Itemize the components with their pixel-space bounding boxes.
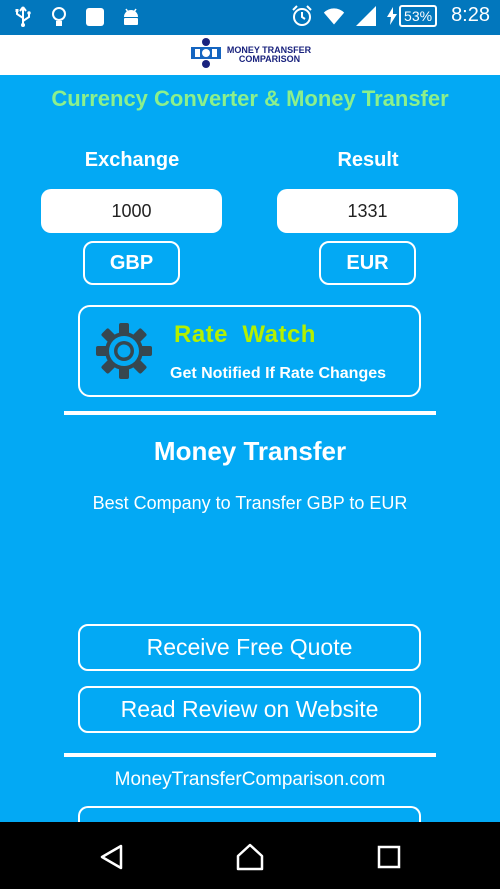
- lightbulb-icon: [48, 6, 70, 28]
- battery-charging-icon: 53%: [387, 4, 438, 27]
- status-time: 8:28: [451, 4, 490, 26]
- money-transfer-heading: Money Transfer: [153, 436, 347, 466]
- page-title: Currency Converter & Money Transfer: [51, 86, 449, 111]
- logo-line-2: COMPARISON: [238, 54, 301, 64]
- logo-text: MONEY TRANSFER COMPARISON: [227, 46, 311, 64]
- home-icon[interactable]: [235, 842, 265, 872]
- divider: [64, 411, 436, 415]
- gear-icon: [94, 321, 154, 381]
- battery-percent: 53%: [399, 4, 438, 27]
- logo-icon: [189, 36, 223, 75]
- rate-watch-title: Rate Watch: [174, 321, 316, 348]
- navigation-bar: [0, 822, 500, 889]
- rate-watch-button[interactable]: Rate Watch Get Notified If Rate Changes: [78, 305, 421, 397]
- status-bar: 53% 8:28: [0, 0, 500, 35]
- result-amount-field[interactable]: 1331: [277, 189, 458, 233]
- exchange-label: Exchange: [84, 149, 180, 171]
- alarm-icon: [291, 4, 313, 27]
- read-review-button[interactable]: Read Review on Website: [78, 686, 421, 733]
- usb-icon: [12, 6, 34, 28]
- wifi-icon: [323, 5, 345, 27]
- app-header: MONEY TRANSFER COMPARISON: [0, 35, 500, 75]
- app-square-icon: [84, 6, 106, 28]
- rate-watch-subtitle: Get Notified If Rate Changes: [170, 365, 387, 382]
- recents-icon[interactable]: [374, 842, 404, 872]
- cellular-signal-icon: [355, 5, 377, 27]
- website-link[interactable]: MoneyTransferComparison.com: [0, 769, 500, 791]
- to-currency-button[interactable]: EUR: [319, 241, 416, 285]
- receive-free-quote-button[interactable]: Receive Free Quote: [78, 624, 421, 671]
- android-icon: [120, 6, 142, 28]
- back-icon[interactable]: [97, 842, 127, 872]
- result-label: Result: [337, 149, 399, 171]
- from-currency-button[interactable]: GBP: [83, 241, 180, 285]
- exchange-amount-input[interactable]: 1000: [41, 189, 222, 233]
- money-transfer-subtitle: Best Company to Transfer GBP to EUR: [92, 493, 408, 513]
- divider: [64, 753, 436, 757]
